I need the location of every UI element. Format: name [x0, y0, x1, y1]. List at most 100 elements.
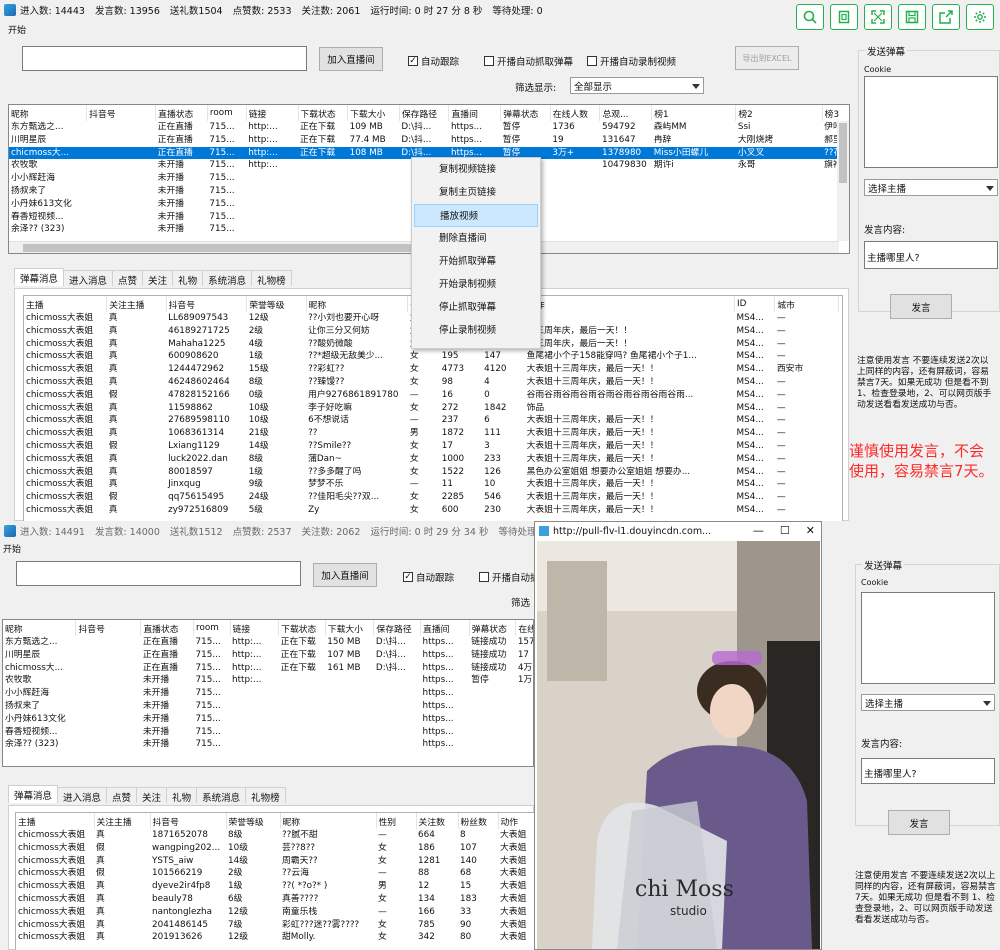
room-url-input[interactable]	[16, 561, 301, 586]
save-icon[interactable]	[898, 4, 926, 30]
table-row[interactable]: 东方甄选之... 正在直播 715... http:... 正在下载 109 MB D:\抖…	[9, 121, 849, 134]
table-row[interactable]: chicmoss大表姐真 dyeve2ir4fp8 1级 ??( *?o?* ) 男 12…	[16, 880, 534, 893]
auto-record-checkbox[interactable]: 开播自动录制视频	[587, 54, 676, 68]
table-row[interactable]: 扬叔来了 未开播 715... https...	[3, 700, 533, 713]
table-row[interactable]: chicmoss大表姐 真 Jinxqug 9级 梦梦不乐 — 11 10 大表姐十三周年庆，最…	[24, 478, 839, 491]
minimize-icon[interactable]: —	[753, 524, 764, 537]
table-row[interactable]: 春香短视频... 未开播 715... https...	[3, 726, 533, 739]
video-frame[interactable]: chi Moss studio	[537, 541, 820, 949]
context-menu-item[interactable]: 开始抓取弹幕	[412, 250, 540, 273]
table-row[interactable]: chicmoss大表姐假 wangping202... 10级 芸??8?? 女 186 1…	[16, 842, 534, 855]
table-row[interactable]: 小小辉赶海 未开播 715... https...	[3, 687, 533, 700]
speech-input[interactable]: 主播哪里人?	[861, 758, 995, 784]
auto-grab-danmu-checkbox[interactable]: 开播自动抓取弹幕	[484, 54, 573, 68]
table-row[interactable]: chicmoss大表姐 假 Lxiang1129 14级 ??Smile?? 女 17 3 大表…	[24, 440, 839, 453]
close-icon[interactable]: ✕	[806, 524, 815, 537]
speak-button[interactable]: 发言	[888, 810, 950, 835]
cell-2: 未开播	[142, 700, 170, 711]
tab-0[interactable]: 弹幕消息	[8, 785, 59, 803]
cell-7: 68	[460, 868, 472, 879]
message-tabs[interactable]: 弹幕消息 进入消息 点赞 关注 礼物 系统消息 礼物榜	[14, 268, 292, 287]
auto-track-checkbox[interactable]: ✓ 自动跟踪	[408, 54, 459, 68]
table-row[interactable]: 农牧歌 未开播 715... http:... https... 暂停 1万+	[3, 674, 533, 687]
table-row[interactable]: chicmoss大表姐 真 luck2022.dan 8级 蒲Dan~ 女 1000 233 大…	[24, 453, 839, 466]
context-menu-item[interactable]: 删除直播间	[412, 227, 540, 250]
cell-12	[652, 172, 736, 185]
context-menu-item[interactable]: 播放视频	[414, 204, 538, 227]
export-excel-button[interactable]: 导出到EXCEL	[735, 46, 799, 70]
table-row[interactable]: chicmoss大表姐 真 80018597 1级 ??多多醒了吗 女 1522 126 黑色办…	[24, 466, 839, 479]
table-row[interactable]: chicmoss大表姐 假 qq75615495 24级 ??佳阳毛尖??双... 女 22…	[24, 491, 839, 504]
tab-1[interactable]: 进入消息	[63, 270, 114, 287]
cell-13: Ssi	[737, 122, 751, 132]
settings-icon[interactable]	[966, 4, 994, 30]
message-tabs[interactable]: 弹幕消息 进入消息 点赞 关注 礼物 系统消息 礼物榜	[8, 785, 286, 804]
table-row[interactable]: chicmoss大... 正在直播 715... http:... 正在下载 161 MB…	[3, 662, 533, 675]
add-room-button[interactable]: 加入直播间	[319, 47, 383, 71]
room-url-input[interactable]	[22, 46, 307, 71]
share-icon[interactable]	[932, 4, 960, 30]
filter-select[interactable]: 全部显示	[570, 77, 704, 94]
auto-track-checkbox[interactable]: ✓ 自动跟踪	[403, 570, 454, 584]
expand-icon[interactable]	[864, 4, 892, 30]
cell-10: —	[776, 415, 786, 426]
cell-2: 未开播	[157, 185, 185, 196]
tab-3[interactable]: 关注	[136, 787, 168, 804]
table-row[interactable]: chicmoss大表姐真 YSTS_aiw 14级 周霸天?? 女 1281 140 大表姐	[16, 855, 534, 868]
anchor-select[interactable]: 选择主播	[864, 179, 998, 196]
add-room-button[interactable]: 加入直播间	[313, 563, 377, 587]
menu-start[interactable]: 开始	[3, 542, 21, 555]
anchor-select[interactable]: 选择主播	[861, 694, 995, 711]
speak-button[interactable]: 发言	[890, 294, 952, 319]
zoom-icon[interactable]	[796, 4, 824, 30]
tab-2[interactable]: 点赞	[112, 270, 144, 287]
tab-0[interactable]: 弹幕消息	[14, 268, 65, 286]
table-row[interactable]: chicmoss大表姐 真 11598862 10级 李子好吃嘛 女 272 1842 饰品 MS…	[24, 402, 839, 415]
table-row[interactable]: chicmoss大表姐 真 1068361314 21级?? 男 1872 111 大表姐十三…	[24, 427, 839, 440]
tab-6[interactable]: 礼物榜	[251, 270, 292, 287]
tab-5[interactable]: 系统消息	[196, 787, 247, 804]
table-row[interactable]: chicmoss大表姐 真 600908620 1级 ??*超级无敌美少... 女 195 1…	[24, 350, 839, 363]
cookie-textarea[interactable]	[861, 592, 995, 684]
table-row[interactable]: chicmoss大表姐 真 1244472962 15级 ??彩虹?? 女 4773 4120…	[24, 363, 839, 376]
table-row[interactable]: 川明星辰 正在直播 715... http:... 正在下载 77.4 MB D:\抖...…	[9, 134, 849, 147]
table-row[interactable]: 川明星辰 正在直播 715... http:... 正在下载 107 MB D:\抖... h…	[3, 649, 533, 662]
maximize-icon[interactable]: ☐	[780, 524, 790, 537]
tab-4[interactable]: 礼物	[172, 270, 204, 287]
table-row[interactable]: chicmoss大表姐真 beauly78 6级 真善???? 女 134 183 大表姐	[16, 893, 534, 906]
table-row[interactable]: chicmoss大表姐 真 zy972516809 5级 Zy 女 600 230 大表姐十三周…	[24, 504, 839, 517]
table-row[interactable]: 余泽?? (323) 未开播 715... https...	[3, 738, 533, 751]
tab-6[interactable]: 礼物榜	[245, 787, 286, 804]
cell-0: chicmoss大表姐	[26, 415, 94, 426]
tab-5[interactable]: 系统消息	[202, 270, 253, 287]
context-menu-item[interactable]: 停止录制视频	[412, 319, 540, 342]
table-row[interactable]: chicmoss大表姐真 201913626 12级 甜Molly. 女 342 80 大表姐	[16, 931, 534, 944]
context-menu-item[interactable]: 复制主页链接	[412, 181, 540, 204]
table-row[interactable]: chicmoss大表姐 假 47828152166 0级 用户9276861891780…	[24, 389, 839, 402]
table-row[interactable]: chicmoss大表姐 真 46248602464 8级 ??臻馒?? 女 98 4 大表姐十三…	[24, 376, 839, 389]
rooms-vscroll[interactable]	[837, 121, 849, 241]
tab-4[interactable]: 礼物	[166, 787, 198, 804]
table-row[interactable]: chicmoss大表姐真 nantonglezha 12级 南童乐栈 — 166 33 大表姐	[16, 906, 534, 919]
context-menu-item[interactable]: 开始录制视频	[412, 273, 540, 296]
usage-note: 注意使用发言 不要连续发送2次以上同样的内容，还有屏蔽词，容易禁言7天。如果无成…	[857, 356, 992, 410]
table-row[interactable]: 东方甄选之... 正在直播 715... http:... 正在下载 150 MB D:\抖…	[3, 636, 533, 649]
tab-1[interactable]: 进入消息	[57, 787, 108, 804]
table-row[interactable]: 小丹妹613文化 未开播 715... https...	[3, 713, 533, 726]
auto-grab-danmu-checkbox[interactable]: 开播自动抓	[479, 570, 540, 584]
context-menu-item[interactable]: 复制视频链接	[412, 158, 540, 181]
copy-icon[interactable]	[830, 4, 858, 30]
speech-input[interactable]: 主播哪里人?	[864, 241, 998, 269]
tab-3[interactable]: 关注	[142, 270, 174, 287]
context-menu-item[interactable]: 停止抓取弹幕	[412, 296, 540, 319]
menu-start[interactable]: 开始	[8, 23, 26, 36]
table-row[interactable]: chicmoss大表姐真 2041486145 7级 彩虹???迷??雾???? 女 78…	[16, 919, 534, 932]
rooms-grid[interactable]: 昵称抖音号直播状态room链接下载状态下载大小保存路径直播间弹幕状态在线 东方甄…	[2, 619, 534, 767]
table-row[interactable]: chicmoss大表姐真 1871652078 8级 ??腻不甜 — 664 8 大表姐	[16, 829, 534, 842]
tab-2[interactable]: 点赞	[106, 787, 138, 804]
table-row[interactable]: chicmoss大表姐 真 27689598110 10级 6不想说话 — 237 6 大表姐十…	[24, 414, 839, 427]
cell-0: chicmoss大表姐	[18, 881, 86, 892]
danmu-grid[interactable]: 主播 关注主播 抖音号 荣誉等级 昵称 性别 关注数 粉丝数 动作 chicmoss大表姐真 18…	[15, 812, 535, 950]
table-row[interactable]: chicmoss大表姐假 101566219 2级 ??云海 — 88 68 大表姐	[16, 867, 534, 880]
cookie-textarea[interactable]	[864, 76, 998, 168]
